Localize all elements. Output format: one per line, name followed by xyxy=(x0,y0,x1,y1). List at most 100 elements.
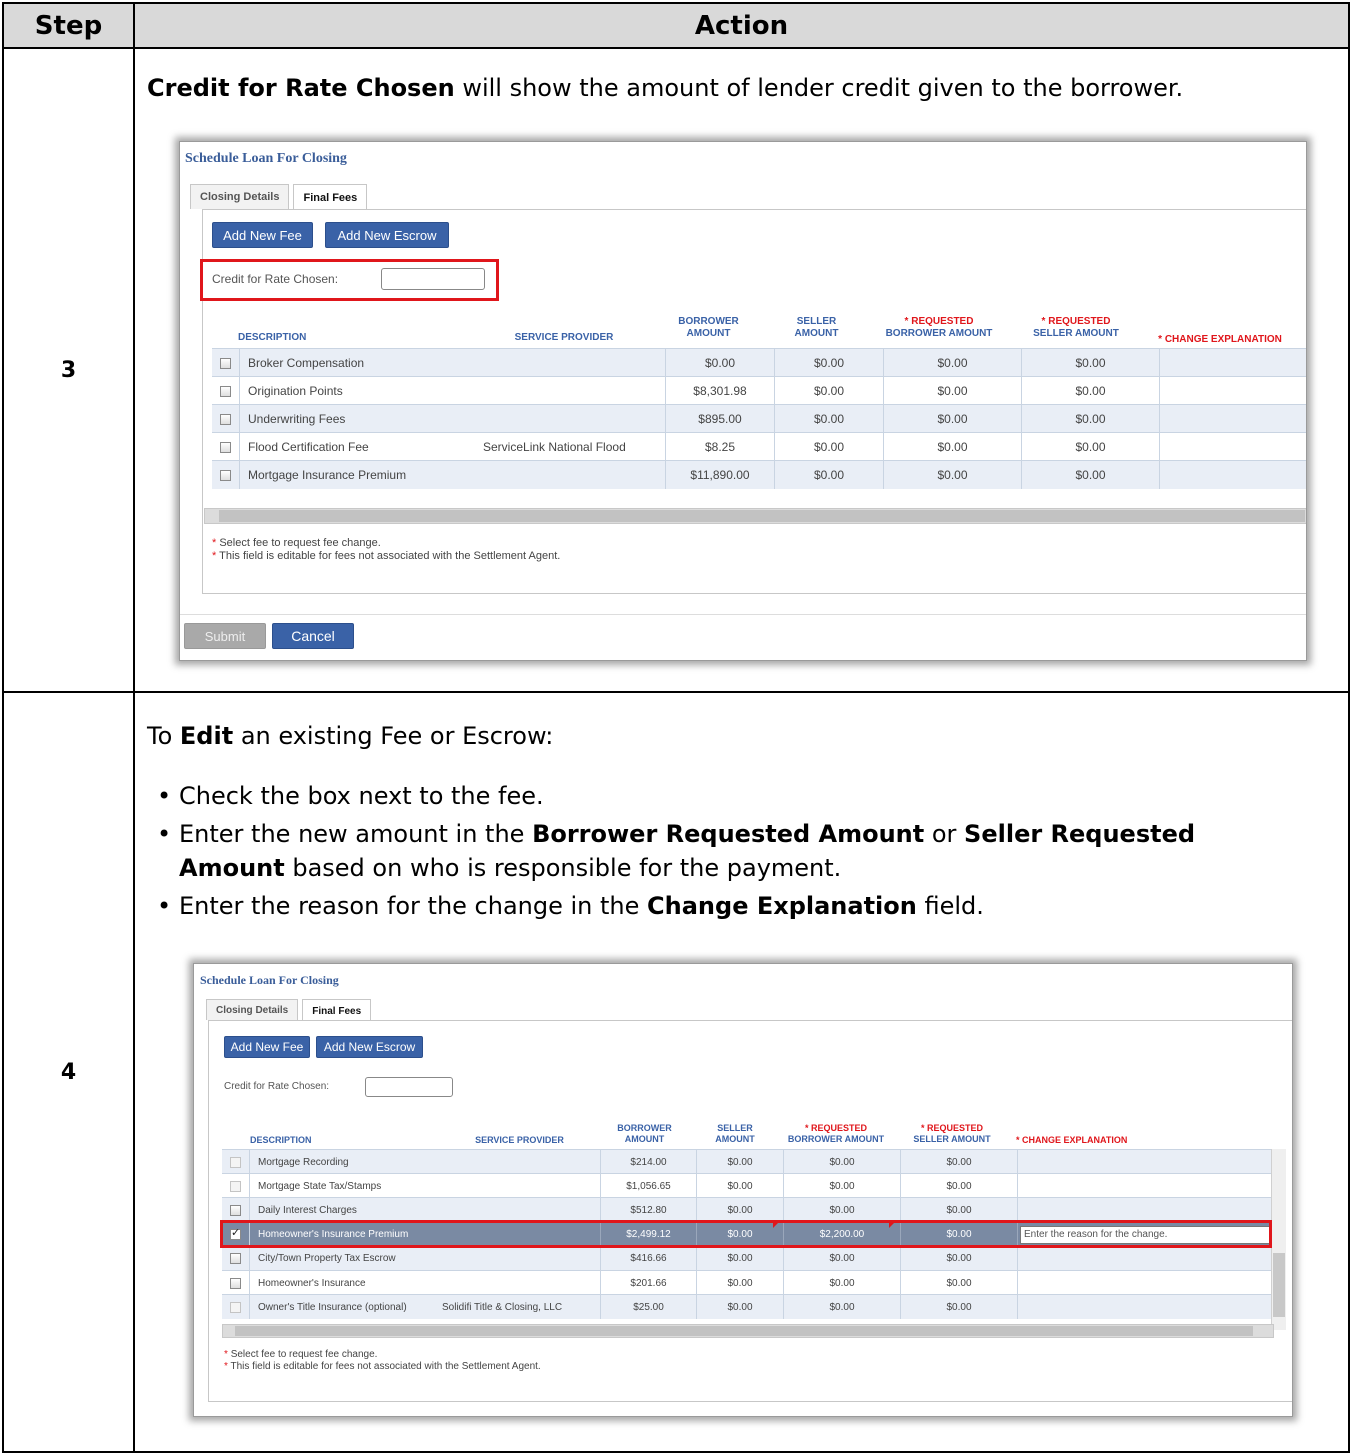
change-explanation-cell[interactable] xyxy=(1018,1271,1281,1296)
requested-seller-amount-cell[interactable]: $0.00 xyxy=(901,1271,1018,1296)
change-explanation-cell[interactable] xyxy=(1160,349,1306,377)
requested-borrower-amount-cell[interactable]: $0.00 xyxy=(784,1150,901,1175)
cell-divider xyxy=(239,349,240,377)
submit-button[interactable]: Submit xyxy=(184,623,266,649)
table-row[interactable]: Origination Points $8,301.98 $0.00 $0.00 $0.… xyxy=(212,376,1306,405)
change-explanation-cell[interactable] xyxy=(1160,433,1306,461)
requested-borrower-amount-cell[interactable]: $0.00 xyxy=(784,1271,901,1296)
requested-seller-amount-cell[interactable]: $0.00 xyxy=(1022,377,1160,405)
change-explanation-cell[interactable] xyxy=(1018,1174,1281,1199)
requested-borrower-amount-cell-text: $0.00 xyxy=(829,1301,855,1313)
requested-borrower-amount-cell[interactable]: $0.00 xyxy=(884,349,1022,377)
row-checkbox[interactable] xyxy=(230,1180,241,1192)
bullet-1-text: Check the box next to the fee. xyxy=(179,782,544,810)
row-checkbox[interactable] xyxy=(220,385,231,397)
change-explanation-cell[interactable] xyxy=(1018,1198,1281,1223)
add-new-escrow-button[interactable]: Add New Escrow xyxy=(316,1036,423,1058)
add-new-fee-button[interactable]: Add New Fee xyxy=(224,1036,310,1058)
row-checkbox[interactable] xyxy=(230,1277,241,1289)
header-service-provider: SERVICE PROVIDER xyxy=(514,331,614,343)
requested-borrower-amount-cell[interactable]: $0.00 xyxy=(884,377,1022,405)
scrollbar-thumb[interactable] xyxy=(235,1326,1253,1336)
tab-closing-details[interactable]: Closing Details xyxy=(206,999,299,1020)
vertical-scrollbar-thumb[interactable] xyxy=(1273,1253,1285,1317)
description-cell-text: Owner's Title Insurance (optional) xyxy=(258,1301,407,1313)
scrollbar-thumb[interactable] xyxy=(219,510,1305,522)
requested-borrower-amount-cell[interactable]: $0.00 xyxy=(784,1198,901,1223)
requested-seller-amount-cell[interactable]: $0.00 xyxy=(1022,405,1160,433)
required-marker: * xyxy=(1158,333,1163,345)
change-explanation-cell[interactable] xyxy=(1018,1295,1281,1320)
requested-borrower-amount-cell[interactable]: $0.00 xyxy=(784,1246,901,1271)
add-new-fee-button[interactable]: Add New Fee xyxy=(212,222,313,248)
row-checkbox[interactable] xyxy=(230,1301,241,1313)
requested-seller-amount-cell[interactable]: $0.00 xyxy=(901,1198,1018,1223)
tab-final-fees[interactable]: Final Fees xyxy=(293,184,368,211)
change-explanation-cell[interactable] xyxy=(1160,377,1306,405)
requested-borrower-amount-cell[interactable]: $0.00 xyxy=(884,405,1022,433)
credit-for-rate-input[interactable] xyxy=(365,1077,453,1097)
header-req-seller-line2: SELLER AMOUNT xyxy=(913,1134,991,1144)
required-marker: * xyxy=(224,1349,228,1360)
requested-borrower-amount-cell[interactable]: $0.00 xyxy=(884,461,1022,489)
description-cell[interactable]: Underwriting Fees xyxy=(212,405,475,433)
requested-borrower-amount-cell-text: $0.00 xyxy=(829,1204,855,1216)
tab-bar: Closing Details Final Fees xyxy=(206,999,375,1022)
requested-seller-amount-cell[interactable]: $0.00 xyxy=(1022,433,1160,461)
row-checkbox[interactable] xyxy=(220,413,231,425)
change-explanation-cell[interactable] xyxy=(1018,1246,1281,1271)
table-row[interactable]: Flood Certification Fee ServiceLink Natio… xyxy=(212,432,1306,461)
description-cell[interactable]: Mortgage Insurance Premium xyxy=(212,461,475,489)
description-cell[interactable]: Homeowner's Insurance xyxy=(222,1271,434,1296)
description-cell[interactable]: Mortgage State Tax/Stamps xyxy=(222,1174,434,1199)
description-cell[interactable]: Broker Compensation xyxy=(212,349,475,377)
vertical-scrollbar[interactable] xyxy=(1271,1149,1286,1330)
change-explanation-cell[interactable] xyxy=(1018,1150,1281,1175)
requested-borrower-amount-cell[interactable]: $0.00 xyxy=(784,1174,901,1199)
header-requested-borrower: * REQUESTED BORROWER AMOUNT xyxy=(778,1119,894,1149)
horizontal-scrollbar[interactable] xyxy=(222,1324,1274,1338)
row-checkbox[interactable] xyxy=(230,1156,241,1168)
tab-closing-details[interactable]: Closing Details xyxy=(190,184,290,209)
seller-amount-cell: $0.00 xyxy=(697,1246,784,1271)
description-cell[interactable]: Daily Interest Charges xyxy=(222,1198,434,1223)
requested-seller-amount-cell[interactable]: $0.00 xyxy=(901,1150,1018,1175)
change-explanation-cell[interactable] xyxy=(1160,405,1306,433)
row-checkbox[interactable] xyxy=(220,357,231,369)
requested-borrower-amount-cell[interactable]: $0.00 xyxy=(784,1295,901,1320)
cancel-button[interactable]: Cancel xyxy=(272,623,354,649)
table-row[interactable]: Mortgage Recording $214.00 $0.00 $0.00 $0.00 xyxy=(222,1149,1281,1175)
table-row[interactable]: Mortgage Insurance Premium $11,890.00 $0.0… xyxy=(212,460,1306,489)
requested-seller-amount-cell[interactable]: $0.00 xyxy=(901,1174,1018,1199)
seller-amount-cell-text: $0.00 xyxy=(727,1180,753,1192)
horizontal-scrollbar[interactable] xyxy=(204,508,1306,524)
table-row[interactable]: Mortgage State Tax/Stamps $1,056.65 $0.00 $… xyxy=(222,1173,1281,1199)
requested-borrower-amount-cell[interactable]: $0.00 xyxy=(884,433,1022,461)
table-row[interactable]: Broker Compensation $0.00 $0.00 $0.00 $0.00 xyxy=(212,348,1306,377)
row-checkbox[interactable] xyxy=(230,1204,241,1216)
row-checkbox[interactable] xyxy=(220,469,231,481)
description-cell[interactable]: Origination Points xyxy=(212,377,475,405)
description-cell[interactable]: City/Town Property Tax Escrow xyxy=(222,1246,434,1271)
requested-seller-amount-cell[interactable]: $0.00 xyxy=(901,1246,1018,1271)
add-new-escrow-button[interactable]: Add New Escrow xyxy=(325,222,449,248)
footer-divider xyxy=(180,614,1306,615)
description-cell[interactable]: Mortgage Recording xyxy=(222,1150,434,1175)
cell-divider xyxy=(239,405,240,433)
requested-seller-amount-cell[interactable]: $0.00 xyxy=(1022,461,1160,489)
table-row[interactable]: Daily Interest Charges $512.80 $0.00 $0.00 $… xyxy=(222,1197,1281,1223)
requested-seller-amount-cell[interactable]: $0.00 xyxy=(1022,349,1160,377)
tab-final-fees[interactable]: Final Fees xyxy=(302,999,372,1022)
table-row[interactable]: City/Town Property Tax Escrow $416.66 $0.0… xyxy=(222,1245,1281,1271)
change-explanation-cell[interactable] xyxy=(1160,461,1306,489)
bullet-3: Enter the reason for the change in the C… xyxy=(147,889,1307,923)
row-checkbox[interactable] xyxy=(220,441,231,453)
requested-seller-amount-cell[interactable]: $0.00 xyxy=(901,1295,1018,1320)
description-cell[interactable]: Owner's Title Insurance (optional) xyxy=(222,1295,434,1320)
borrower-amount-cell: $416.66 xyxy=(601,1246,697,1271)
row-checkbox[interactable] xyxy=(230,1253,241,1265)
description-cell[interactable]: Flood Certification Fee xyxy=(212,433,475,461)
table-row[interactable]: Underwriting Fees $895.00 $0.00 $0.00 $0.00 xyxy=(212,404,1306,433)
table-row[interactable]: Owner's Title Insurance (optional) Solidi… xyxy=(222,1294,1281,1320)
table-row[interactable]: Homeowner's Insurance $201.66 $0.00 $0.00 $0… xyxy=(222,1270,1281,1296)
